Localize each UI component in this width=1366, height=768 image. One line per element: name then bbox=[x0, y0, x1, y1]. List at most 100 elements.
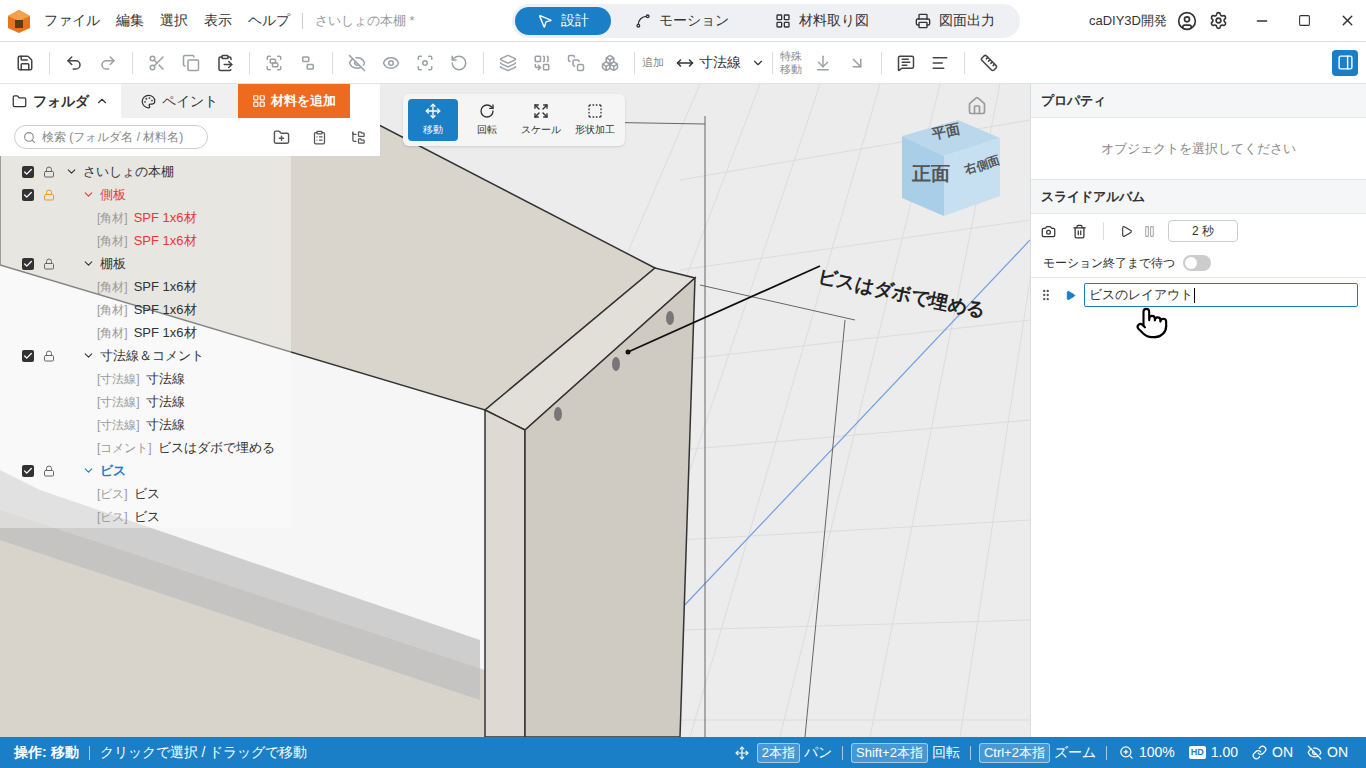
ungroup-button[interactable] bbox=[291, 46, 325, 80]
copy-button[interactable] bbox=[174, 46, 208, 80]
expand-chevron-icon[interactable] bbox=[82, 349, 95, 362]
tree-folder[interactable]: ビス bbox=[0, 459, 275, 482]
lock-icon[interactable] bbox=[43, 258, 55, 270]
redo-button[interactable] bbox=[91, 46, 125, 80]
properties-header: プロパティ bbox=[1031, 84, 1366, 118]
tree-item[interactable]: [角材]SPF 1x6材 bbox=[0, 275, 275, 298]
tree-item[interactable]: [寸法線]寸法線 bbox=[0, 413, 275, 436]
tree-item[interactable]: [角材]SPF 1x6材 bbox=[0, 229, 275, 252]
scale-value[interactable]: 1.00 bbox=[1211, 742, 1238, 763]
slide-play-icon[interactable] bbox=[1065, 290, 1076, 301]
link-state[interactable]: ON bbox=[1272, 742, 1293, 763]
visibility-checkbox[interactable] bbox=[22, 189, 34, 201]
drop-button[interactable] bbox=[806, 46, 840, 80]
trash-icon[interactable] bbox=[1072, 224, 1087, 239]
gear-icon[interactable] bbox=[1209, 11, 1228, 30]
tree-item[interactable]: [寸法線]寸法線 bbox=[0, 367, 275, 390]
visibility-state[interactable]: ON bbox=[1327, 742, 1348, 763]
tree-item[interactable]: [角材]SPF 1x6材 bbox=[0, 321, 275, 344]
home-icon[interactable] bbox=[967, 96, 987, 116]
tree-item[interactable]: [ビス]ビス bbox=[0, 505, 275, 528]
minimize-icon[interactable] bbox=[1254, 13, 1270, 29]
lock-icon[interactable] bbox=[43, 189, 55, 201]
user-icon[interactable] bbox=[1177, 11, 1197, 31]
union-button[interactable] bbox=[491, 46, 525, 80]
wait-toggle[interactable] bbox=[1183, 255, 1211, 271]
visibility-checkbox[interactable] bbox=[22, 465, 34, 477]
toolbar-separator bbox=[881, 52, 882, 74]
undo-button[interactable] bbox=[57, 46, 91, 80]
menu-item[interactable]: 選択 bbox=[160, 10, 188, 31]
reset-button[interactable] bbox=[442, 46, 476, 80]
search-field[interactable]: 検索 (フォルダ名 / 材料名) bbox=[14, 125, 208, 149]
mode-tab[interactable]: モーション bbox=[613, 7, 751, 35]
tree-folder[interactable]: 棚板 bbox=[0, 252, 275, 275]
menu-item[interactable]: ファイル bbox=[44, 10, 100, 31]
boxes-button[interactable] bbox=[593, 46, 627, 80]
lock-icon[interactable] bbox=[43, 350, 55, 362]
collapse-icon[interactable] bbox=[312, 130, 327, 145]
stack-button[interactable] bbox=[559, 46, 593, 80]
menu-item[interactable]: 表示 bbox=[204, 10, 232, 31]
mode-tab[interactable]: 設計 bbox=[515, 7, 611, 35]
panel-toggle-button[interactable] bbox=[1332, 50, 1358, 76]
expand-icon[interactable] bbox=[351, 130, 366, 145]
duration-field[interactable]: 2 秒 bbox=[1168, 220, 1238, 242]
camera-icon[interactable] bbox=[1041, 224, 1056, 239]
visibility-checkbox[interactable] bbox=[22, 166, 34, 178]
tree-item[interactable]: [角材]SPF 1x6材 bbox=[0, 206, 275, 229]
focus-button[interactable] bbox=[408, 46, 442, 80]
transform-tool[interactable]: 移動 bbox=[408, 99, 458, 141]
right-panel: プロパティオブジェクトを選択してくださいスライドアルバム2 秒モーション終了まで… bbox=[1030, 84, 1366, 737]
panel-tab[interactable]: フォルダ bbox=[0, 84, 121, 118]
mode-tab[interactable]: 図面出力 bbox=[893, 7, 1017, 35]
maximize-icon[interactable] bbox=[1298, 14, 1311, 27]
tree-folder[interactable]: 寸法線＆コメント bbox=[0, 344, 275, 367]
transform-tool[interactable]: 回転 bbox=[462, 99, 512, 141]
tree-item[interactable]: [寸法線]寸法線 bbox=[0, 390, 275, 413]
visibility-checkbox[interactable] bbox=[22, 350, 34, 362]
hide-button[interactable] bbox=[340, 46, 374, 80]
zoom-value[interactable]: 100% bbox=[1139, 742, 1175, 763]
group-button[interactable] bbox=[257, 46, 291, 80]
slide-name-field[interactable]: ビスのレイアウト bbox=[1084, 283, 1358, 307]
measure-button[interactable] bbox=[972, 46, 1006, 80]
align-button[interactable] bbox=[923, 46, 957, 80]
menu-item[interactable]: ヘルプ bbox=[248, 10, 290, 31]
transform-tool[interactable]: スケール bbox=[516, 99, 566, 141]
view-cube[interactable]: 平面正面右側面 bbox=[900, 116, 1004, 220]
expand-chevron-icon[interactable] bbox=[82, 257, 95, 270]
tree-item[interactable]: [角材]SPF 1x6材 bbox=[0, 298, 275, 321]
visibility-checkbox[interactable] bbox=[22, 258, 34, 270]
dimension-button[interactable]: 寸法線 bbox=[672, 52, 745, 73]
slide-item[interactable]: ビスのレイアウト bbox=[1031, 278, 1366, 312]
add-material-button[interactable]: 材料を追加 bbox=[238, 84, 350, 118]
tree-item[interactable]: [ビス]ビス bbox=[0, 482, 275, 505]
comment-button[interactable] bbox=[889, 46, 923, 80]
expand-chevron-icon[interactable] bbox=[82, 464, 95, 477]
cut-button[interactable] bbox=[140, 46, 174, 80]
transform-tool[interactable]: 形状加工 bbox=[570, 99, 620, 141]
tree-folder[interactable]: 側板 bbox=[0, 183, 275, 206]
lock-icon[interactable] bbox=[43, 465, 55, 477]
menu-item[interactable]: 編集 bbox=[116, 10, 144, 31]
save-button[interactable] bbox=[8, 46, 42, 80]
expand-chevron-icon[interactable] bbox=[82, 188, 95, 201]
close-icon[interactable] bbox=[1339, 12, 1356, 29]
play-icon[interactable] bbox=[1120, 225, 1133, 238]
paste-button[interactable] bbox=[208, 46, 242, 80]
new-folder-icon[interactable] bbox=[273, 129, 290, 146]
lock-icon[interactable] bbox=[43, 166, 55, 178]
pause-icon[interactable] bbox=[1143, 225, 1156, 238]
expand-chevron-icon[interactable] bbox=[65, 165, 78, 178]
combine-button[interactable] bbox=[525, 46, 559, 80]
snap-button[interactable] bbox=[840, 46, 874, 80]
panel-tab[interactable]: ペイント bbox=[121, 84, 238, 118]
tree-folder[interactable]: さいしょの本棚 bbox=[0, 160, 275, 183]
tree-item[interactable]: [コメント]ビスはダボで埋める bbox=[0, 436, 275, 459]
dimension-dropdown-icon[interactable] bbox=[751, 56, 765, 70]
mode-tab[interactable]: 材料取り図 bbox=[753, 7, 891, 35]
drag-handle-icon[interactable] bbox=[1039, 288, 1053, 302]
viewport[interactable]: ビスはダボで埋める移動回転スケール形状加工平面正面右側面フォルダペイント材料を追… bbox=[0, 84, 1030, 737]
show-button[interactable] bbox=[374, 46, 408, 80]
